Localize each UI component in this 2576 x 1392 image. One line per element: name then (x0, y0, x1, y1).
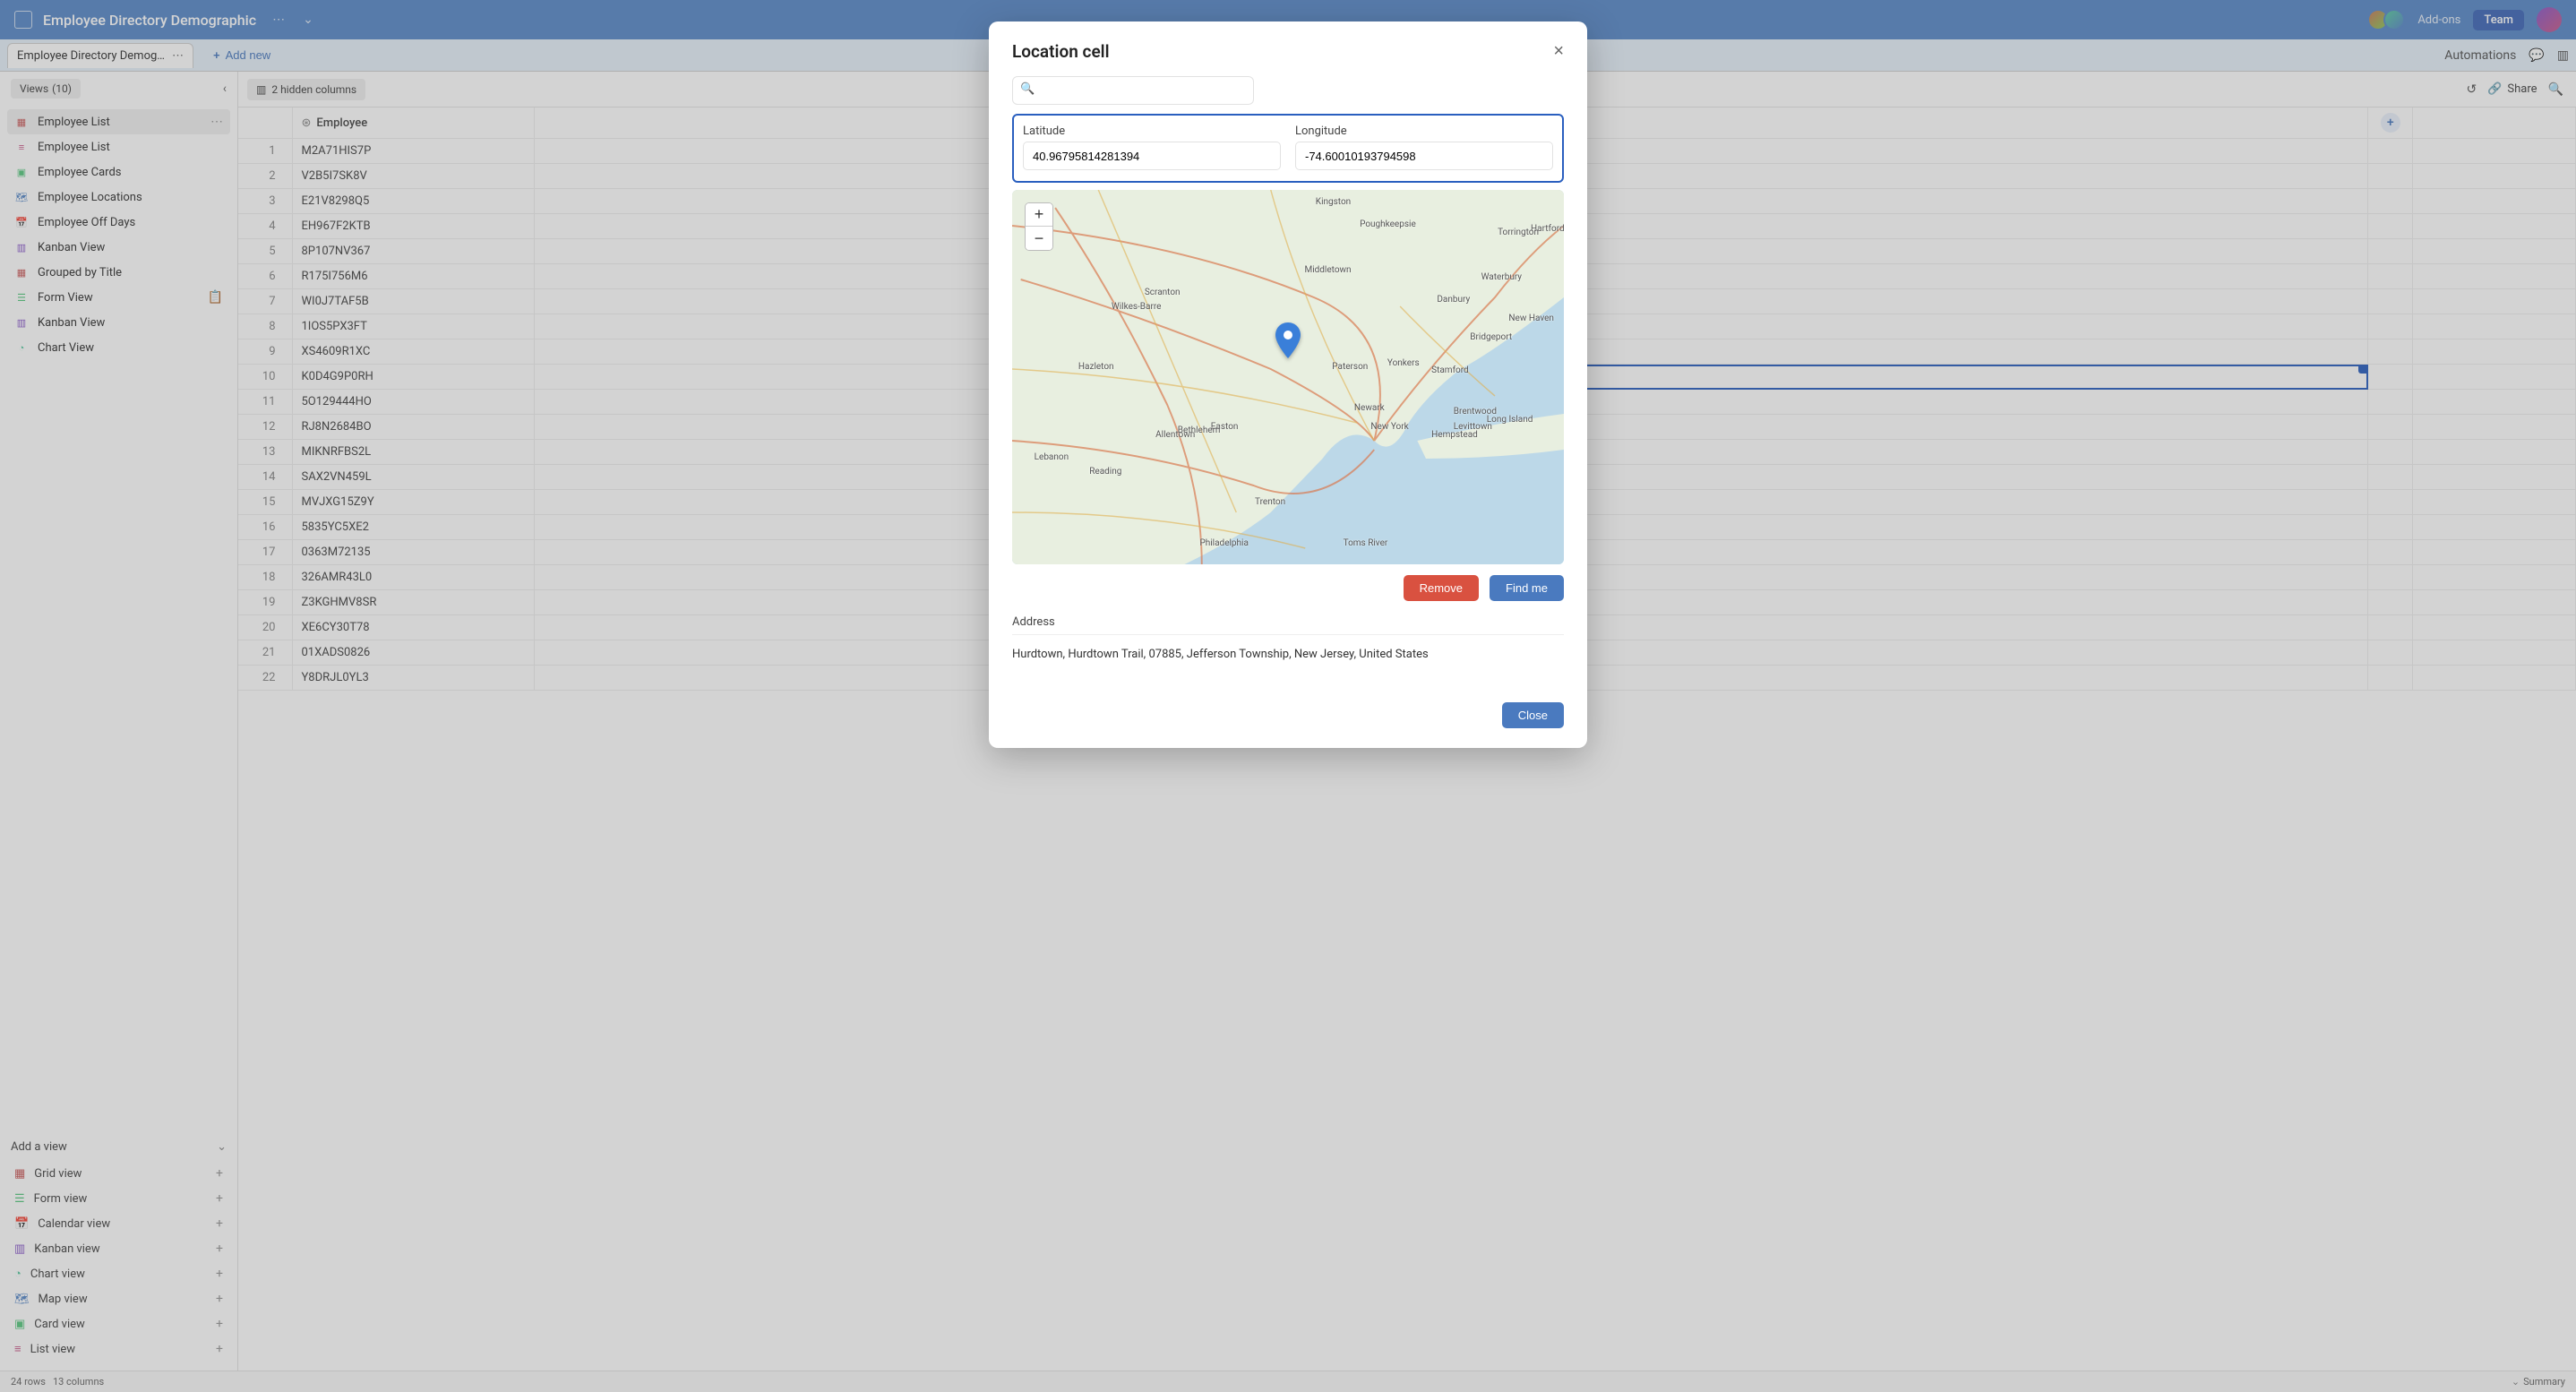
map-city-label: Yonkers (1387, 358, 1420, 368)
map-city-label: Middletown (1304, 265, 1351, 275)
address-text: Hurdtown, Hurdtown Trail, 07885, Jeffers… (1012, 642, 1564, 670)
zoom-in-button[interactable]: + (1026, 203, 1052, 227)
map-city-label: New York (1370, 422, 1408, 432)
map-city-label: Wilkes-Barre (1112, 302, 1162, 312)
map-city-label: Danbury (1437, 295, 1470, 305)
map-city-label: New Haven (1508, 314, 1554, 323)
modal-overlay: Location cell × 🔍 Latitude Longitude (0, 0, 2576, 1392)
map-city-label: Poughkeepsie (1360, 219, 1416, 229)
zoom-out-button[interactable]: − (1026, 227, 1052, 250)
map-zoom: + − (1025, 202, 1053, 251)
map-city-label: Reading (1089, 467, 1121, 477)
map-city-label: Trenton (1255, 497, 1285, 507)
map-marker-icon (1275, 322, 1301, 362)
longitude-label: Longitude (1295, 125, 1553, 138)
map-city-label: Scranton (1145, 288, 1181, 297)
latitude-input[interactable] (1023, 142, 1281, 170)
longitude-input[interactable] (1295, 142, 1553, 170)
find-me-button[interactable]: Find me (1490, 575, 1564, 601)
location-search: 🔍 (1012, 76, 1564, 105)
map-city-label: Bethlehem (1178, 425, 1221, 435)
map-city-label: Kingston (1316, 197, 1351, 207)
close-button[interactable]: Close (1502, 702, 1564, 728)
map-city-label: Long Island (1487, 415, 1533, 425)
map-city-label: Philadelphia (1199, 538, 1249, 548)
address-label: Address (1012, 615, 1564, 629)
map-city-label: Bridgeport (1470, 332, 1512, 342)
location-search-input[interactable] (1012, 76, 1254, 105)
close-icon[interactable]: × (1553, 41, 1564, 62)
map-city-label: Lebanon (1035, 452, 1069, 462)
map[interactable]: ScrantonWilkes-BarreAllentownEastonReadi… (1012, 190, 1564, 564)
search-icon: 🔍 (1020, 82, 1035, 96)
remove-button[interactable]: Remove (1404, 575, 1479, 601)
modal-title: Location cell (1012, 41, 1110, 62)
map-city-label: Hazleton (1078, 362, 1114, 372)
map-city-label: Newark (1354, 403, 1385, 413)
latlng-group: Latitude Longitude (1012, 114, 1564, 183)
map-city-label: Stamford (1431, 365, 1469, 375)
map-city-label: Waterbury (1481, 272, 1522, 282)
location-cell-modal: Location cell × 🔍 Latitude Longitude (989, 21, 1587, 748)
map-city-label: Paterson (1332, 362, 1368, 372)
map-city-label: Torrington (1498, 228, 1539, 237)
map-city-label: Toms River (1344, 538, 1388, 548)
latitude-label: Latitude (1023, 125, 1281, 138)
